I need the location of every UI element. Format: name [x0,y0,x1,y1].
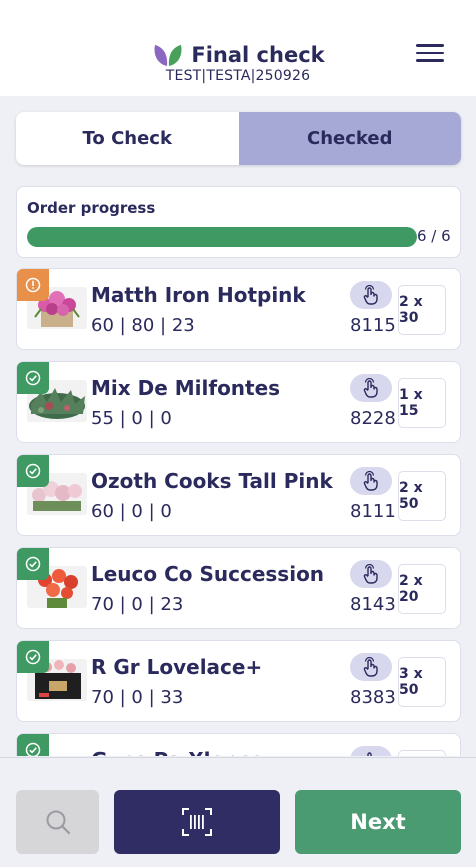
item-name: Gyps Pa Xlence [91,748,264,756]
order-progress-card: Order progress 6 / 6 [16,186,461,258]
quantity-box[interactable]: 1 x 15 [398,378,446,428]
checked-badge-icon [17,455,49,487]
leaf-logo-icon [154,45,182,66]
item-stats: 70 | 0 | 23 [91,594,184,615]
brand: Final check [0,40,476,70]
touch-icon[interactable] [350,653,392,681]
barcode-scan-icon [182,808,212,836]
list-item[interactable]: R Gr Lovelace+ 70 | 0 | 33 8383 3 x 50 [16,640,461,722]
touch-icon[interactable] [350,281,392,309]
list-item[interactable]: Gyps Pa Xlence [16,733,461,756]
app-header: Final check TEST|TESTA|250926 [0,0,476,96]
search-button[interactable] [16,790,99,854]
item-name: Matth Iron Hotpink [91,283,306,307]
list-item[interactable]: Mix De Milfontes 55 | 0 | 0 8228 1 x 15 [16,361,461,443]
item-stats: 60 | 0 | 0 [91,501,172,522]
item-code: 8111 [350,501,396,522]
order-reference: TEST|TESTA|250926 [165,68,311,84]
quantity-box[interactable]: 2 x 30 [398,285,446,335]
quantity-box[interactable]: 2 x 50 [398,471,446,521]
item-code: 8228 [350,408,396,429]
tab-bar: To Check Checked [16,112,461,165]
list-item[interactable]: Ozoth Cooks Tall Pink 60 | 0 | 0 8111 2 … [16,454,461,536]
warning-badge-icon [17,269,49,301]
bottom-action-bar: Next [0,757,476,867]
checked-badge-icon [17,641,49,673]
item-list: Matth Iron Hotpink 60 | 80 | 23 8115 2 x… [16,268,461,756]
item-code: 8115 [350,315,396,336]
hamburger-menu-icon[interactable] [416,44,444,64]
next-button[interactable]: Next [295,790,461,854]
checked-badge-icon [17,362,49,394]
search-icon [46,810,70,835]
progress-count: 6 / 6 [417,227,451,245]
item-stats: 70 | 0 | 33 [91,687,184,708]
scan-button[interactable] [114,790,280,854]
page-title: Final check [191,43,325,67]
touch-icon[interactable] [350,374,392,402]
touch-icon[interactable] [350,467,392,495]
touch-icon[interactable] [350,560,392,588]
list-item[interactable]: Leuco Co Succession 70 | 0 | 23 8143 2 x… [16,547,461,629]
item-code: 8143 [350,594,396,615]
progress-bar [27,227,417,247]
list-item[interactable]: Matth Iron Hotpink 60 | 80 | 23 8115 2 x… [16,268,461,350]
quantity-box[interactable]: 3 x 50 [398,657,446,707]
progress-bar-fill [27,227,417,247]
item-name: Ozoth Cooks Tall Pink [91,469,333,493]
item-name: Mix De Milfontes [91,376,281,400]
quantity-box[interactable]: 2 x 20 [398,564,446,614]
checked-badge-icon [17,548,49,580]
item-name: R Gr Lovelace+ [91,655,263,679]
tab-to-check[interactable]: To Check [16,112,239,165]
quantity-box[interactable] [398,750,446,756]
progress-label: Order progress [27,199,156,217]
item-stats: 55 | 0 | 0 [91,408,172,429]
checked-badge-icon [17,734,49,756]
item-stats: 60 | 80 | 23 [91,315,195,336]
item-name: Leuco Co Succession [91,562,325,586]
touch-icon[interactable] [350,746,392,756]
tab-checked[interactable]: Checked [238,112,461,165]
item-code: 8383 [350,687,396,708]
